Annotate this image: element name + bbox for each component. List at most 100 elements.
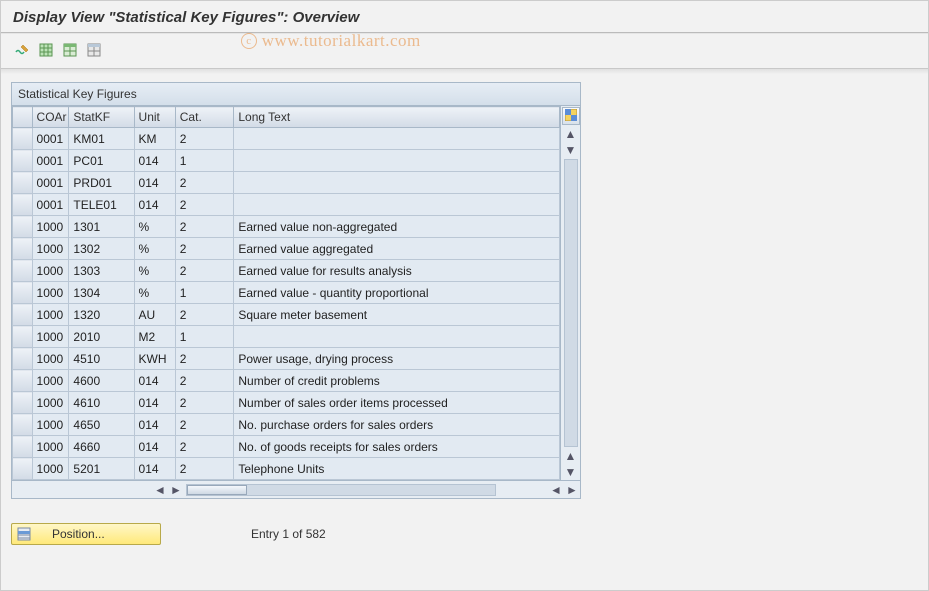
row-handle[interactable] bbox=[13, 392, 33, 414]
row-handle[interactable] bbox=[13, 304, 33, 326]
table-row[interactable]: 10001301%2Earned value non-aggregated bbox=[13, 216, 560, 238]
position-button[interactable]: Position... bbox=[11, 523, 161, 545]
cell-statkf: PRD01 bbox=[69, 172, 134, 194]
row-handle[interactable] bbox=[13, 172, 33, 194]
cell-coar: 1000 bbox=[32, 238, 69, 260]
cell-statkf: KM01 bbox=[69, 128, 134, 150]
row-handle[interactable] bbox=[13, 238, 33, 260]
vscroll-track[interactable] bbox=[564, 159, 578, 447]
col-header-coar[interactable]: COAr bbox=[32, 107, 69, 128]
row-handle[interactable] bbox=[13, 436, 33, 458]
row-selector-header[interactable] bbox=[13, 107, 33, 128]
cell-long: Power usage, drying process bbox=[234, 348, 560, 370]
footer-bar: Position... Entry 1 of 582 bbox=[11, 523, 918, 545]
cell-coar: 1000 bbox=[32, 436, 69, 458]
cell-coar: 0001 bbox=[32, 128, 69, 150]
caret-left-icon: ◄ bbox=[550, 483, 562, 497]
scroll-right2-button[interactable]: ► bbox=[564, 482, 580, 498]
table-row[interactable]: 10004510KWH2Power usage, drying process bbox=[13, 348, 560, 370]
cell-unit: KM bbox=[134, 128, 175, 150]
glasses-pencil-icon bbox=[14, 42, 30, 61]
cell-unit: 014 bbox=[134, 436, 175, 458]
row-handle[interactable] bbox=[13, 458, 33, 480]
scroll-down2-button[interactable]: ▼ bbox=[562, 464, 580, 480]
row-handle[interactable] bbox=[13, 370, 33, 392]
cell-cat: 2 bbox=[175, 172, 234, 194]
cell-long bbox=[234, 326, 560, 348]
table-row[interactable]: 10001320AU2Square meter basement bbox=[13, 304, 560, 326]
cell-coar: 1000 bbox=[32, 348, 69, 370]
cell-statkf: 1304 bbox=[69, 282, 134, 304]
cell-long: Earned value aggregated bbox=[234, 238, 560, 260]
scroll-up2-button[interactable]: ▲ bbox=[562, 448, 580, 464]
configure-columns-button[interactable] bbox=[562, 107, 580, 125]
cell-cat: 2 bbox=[175, 458, 234, 480]
row-handle[interactable] bbox=[13, 150, 33, 172]
table-row[interactable]: 10001302%2Earned value aggregated bbox=[13, 238, 560, 260]
col-header-cat[interactable]: Cat. bbox=[175, 107, 234, 128]
cell-unit: M2 bbox=[134, 326, 175, 348]
scroll-down-button[interactable]: ▼ bbox=[562, 142, 580, 158]
hscroll-track[interactable] bbox=[186, 484, 496, 496]
caret-up-icon: ▲ bbox=[565, 449, 577, 463]
row-handle[interactable] bbox=[13, 194, 33, 216]
scroll-up-button[interactable]: ▲ bbox=[562, 126, 580, 142]
vertical-scrollbar: ▲ ▼ ▲ ▼ bbox=[560, 106, 580, 480]
cell-statkf: 1303 bbox=[69, 260, 134, 282]
cell-cat: 1 bbox=[175, 282, 234, 304]
table-row[interactable]: 0001PC010141 bbox=[13, 150, 560, 172]
row-handle[interactable] bbox=[13, 326, 33, 348]
deselect-all-button[interactable] bbox=[59, 40, 81, 62]
col-header-long[interactable]: Long Text bbox=[234, 107, 560, 128]
toggle-edit-button[interactable] bbox=[11, 40, 33, 62]
row-handle[interactable] bbox=[13, 282, 33, 304]
table-row[interactable]: 0001KM01KM2 bbox=[13, 128, 560, 150]
cell-coar: 1000 bbox=[32, 392, 69, 414]
cell-coar: 1000 bbox=[32, 326, 69, 348]
caret-right-icon: ► bbox=[170, 483, 182, 497]
cell-cat: 1 bbox=[175, 150, 234, 172]
cell-coar: 0001 bbox=[32, 194, 69, 216]
table-row[interactable]: 0001TELE010142 bbox=[13, 194, 560, 216]
cell-statkf: 4650 bbox=[69, 414, 134, 436]
horizontal-scrollbar: ◄ ► ◄ ► bbox=[12, 480, 580, 498]
table-row[interactable]: 100052010142Telephone Units bbox=[13, 458, 560, 480]
cell-long: No. of goods receipts for sales orders bbox=[234, 436, 560, 458]
table-settings-button[interactable] bbox=[83, 40, 105, 62]
table-row[interactable]: 100046500142No. purchase orders for sale… bbox=[13, 414, 560, 436]
row-handle[interactable] bbox=[13, 128, 33, 150]
cell-unit: 014 bbox=[134, 414, 175, 436]
cell-cat: 2 bbox=[175, 128, 234, 150]
col-header-statkf[interactable]: StatKF bbox=[69, 107, 134, 128]
cell-statkf: 4600 bbox=[69, 370, 134, 392]
scroll-left-button[interactable]: ◄ bbox=[152, 482, 168, 498]
cell-coar: 1000 bbox=[32, 216, 69, 238]
cell-statkf: 4510 bbox=[69, 348, 134, 370]
table-row[interactable]: 100046000142Number of credit problems bbox=[13, 370, 560, 392]
cell-unit: % bbox=[134, 216, 175, 238]
row-handle[interactable] bbox=[13, 414, 33, 436]
cell-unit: 014 bbox=[134, 194, 175, 216]
table-row[interactable]: 0001PRD010142 bbox=[13, 172, 560, 194]
position-icon bbox=[16, 526, 32, 542]
row-handle[interactable] bbox=[13, 348, 33, 370]
scroll-left2-button[interactable]: ◄ bbox=[548, 482, 564, 498]
table-grid-icon bbox=[86, 42, 102, 61]
row-handle[interactable] bbox=[13, 216, 33, 238]
cell-unit: 014 bbox=[134, 392, 175, 414]
row-handle[interactable] bbox=[13, 260, 33, 282]
hscroll-thumb[interactable] bbox=[187, 485, 247, 495]
table-row[interactable]: 100046600142No. of goods receipts for sa… bbox=[13, 436, 560, 458]
cell-coar: 1000 bbox=[32, 304, 69, 326]
table-row[interactable]: 10001303%2Earned value for results analy… bbox=[13, 260, 560, 282]
table-row[interactable]: 100046100142Number of sales order items … bbox=[13, 392, 560, 414]
table-row[interactable]: 10001304%1Earned value - quantity propor… bbox=[13, 282, 560, 304]
scroll-right-button[interactable]: ► bbox=[168, 482, 184, 498]
cell-unit: 014 bbox=[134, 150, 175, 172]
cell-cat: 1 bbox=[175, 326, 234, 348]
page-title: Display View "Statistical Key Figures": … bbox=[1, 1, 928, 32]
table-row[interactable]: 10002010M21 bbox=[13, 326, 560, 348]
cell-cat: 2 bbox=[175, 370, 234, 392]
col-header-unit[interactable]: Unit bbox=[134, 107, 175, 128]
select-all-button[interactable] bbox=[35, 40, 57, 62]
